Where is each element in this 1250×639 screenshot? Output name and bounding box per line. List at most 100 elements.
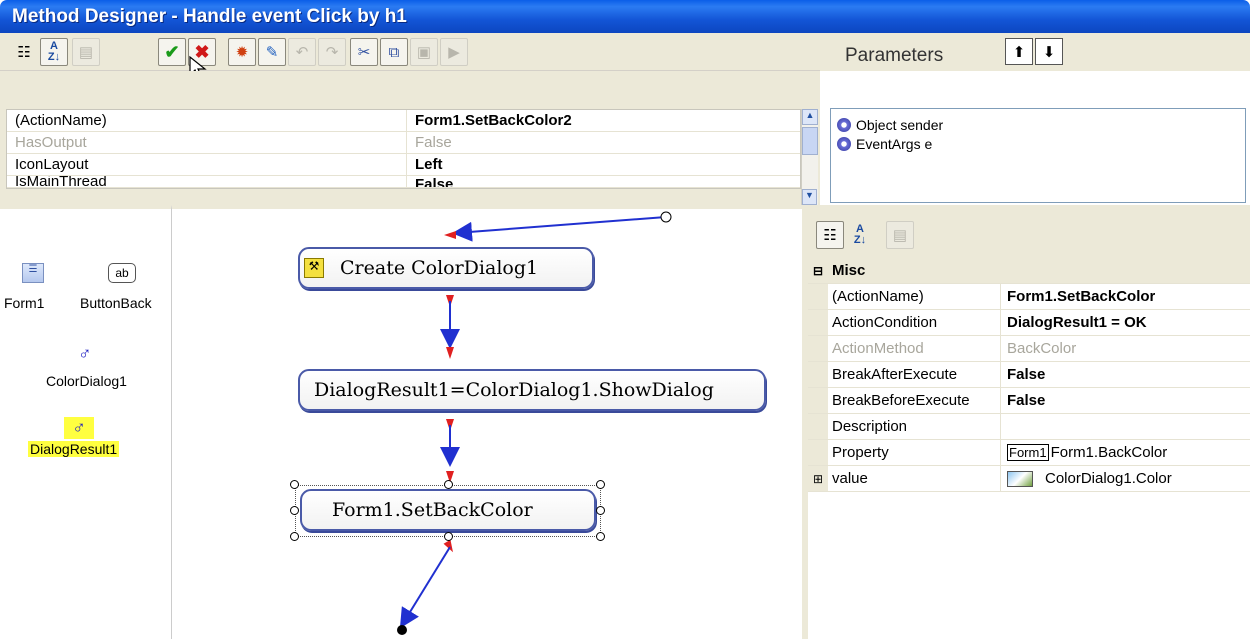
component-panel: ☰ Form1 ab ButtonBack ♂ ColorDialog1 ♂ D…	[0, 205, 172, 639]
parameters-list: Object sender EventArgs e	[830, 108, 1246, 203]
component-form1[interactable]: Form1	[4, 295, 44, 311]
alphabetical-icon[interactable]: A Z↓	[846, 221, 874, 249]
property-value[interactable]: Form1 Form1.BackColor	[1001, 444, 1167, 461]
property-pages-icon[interactable]: ▤	[886, 221, 914, 249]
resize-handle[interactable]	[596, 506, 605, 515]
parameter-label: EventArgs e	[856, 135, 933, 152]
scroll-down-icon[interactable]: ▼	[802, 189, 817, 205]
property-value[interactable]: False	[1001, 366, 1045, 383]
redo-icon[interactable]: ↷	[318, 38, 346, 66]
selection-box	[295, 485, 601, 537]
property-value[interactable]: Form1.SetBackColor	[1001, 288, 1155, 305]
copy-icon[interactable]: ⧉	[380, 38, 408, 66]
alphabetical-icon[interactable]: A Z↓	[40, 38, 68, 66]
window-title-bar[interactable]: Method Designer - Handle event Click by …	[0, 0, 1250, 33]
create-object-icon: ⚒	[304, 258, 324, 278]
parameter-item[interactable]: EventArgs e	[837, 134, 1245, 153]
undo-icon[interactable]: ↶	[288, 38, 316, 66]
property-value[interactable]: False	[407, 176, 453, 187]
move-down-icon[interactable]: ⬇	[1035, 38, 1063, 65]
property-pages-icon[interactable]: ▤	[72, 38, 100, 66]
property-name: (ActionName)	[7, 110, 407, 131]
property-value[interactable]: False	[1001, 392, 1045, 409]
property-row[interactable]: IsMainThread False	[7, 176, 800, 188]
property-row[interactable]: Description	[808, 414, 1250, 440]
method-toolbar: ☷ A Z↓ ▤ ✔ ✖ ✹ ✎ ↶ ↷ ✂ ⧉ ▣ ▶	[0, 33, 820, 80]
property-name: (ActionName)	[828, 284, 1001, 309]
end-connector[interactable]	[397, 539, 456, 635]
property-value[interactable]: DialogResult1 = OK	[1001, 314, 1147, 331]
move-up-icon[interactable]: ⬆	[1005, 38, 1033, 65]
parameters-title: Parameters	[845, 45, 944, 66]
ok-icon[interactable]: ✔	[158, 38, 186, 66]
property-row[interactable]: (ActionName) Form1.SetBackColor2	[7, 110, 800, 132]
cut-icon[interactable]: ✂	[350, 38, 378, 66]
property-value[interactable]: Form1.SetBackColor2	[407, 112, 572, 129]
parameter-label: Object sender	[856, 116, 944, 133]
flow-canvas[interactable]: ⚒ Create ColorDialog1 DialogResult1=Colo…	[172, 205, 802, 639]
collapse-icon[interactable]: ⊟	[808, 258, 828, 283]
resize-handle[interactable]	[290, 480, 299, 489]
form-icon[interactable]: ☰	[22, 263, 44, 283]
connector-1-2[interactable]	[440, 295, 460, 359]
window-title: Method Designer - Handle event Click by …	[12, 6, 407, 27]
properties-panel: ☷ A Z↓ ▤ ⊟ Misc (ActionName) Form1.SetBackC…	[808, 205, 1250, 639]
flow-node-label: DialogResult1=ColorDialog1.ShowDialog	[314, 379, 714, 401]
paste-icon[interactable]: ▣	[410, 38, 438, 66]
property-row[interactable]: ActionCondition DialogResult1 = OK	[808, 310, 1250, 336]
draw-icon[interactable]: ✎	[258, 38, 286, 66]
property-row[interactable]: IconLayout Left	[7, 154, 800, 176]
resize-handle[interactable]	[596, 532, 605, 541]
variable-icon[interactable]: ♂	[78, 343, 92, 364]
parameter-icon	[837, 136, 851, 151]
action-property-rows: (ActionName) Form1.SetBackColor2 HasOutpu…	[6, 109, 801, 189]
categorized-icon[interactable]: ☷	[10, 38, 38, 66]
property-row[interactable]: Property Form1 Form1.BackColor	[808, 440, 1250, 466]
flow-node-showdialog[interactable]: DialogResult1=ColorDialog1.ShowDialog	[298, 369, 766, 411]
resize-handle[interactable]	[444, 532, 453, 541]
parameter-item[interactable]: Object sender	[837, 115, 1245, 134]
action-property-grid: (ActionName) Form1.SetBackColor2 HasOutpu…	[0, 71, 820, 205]
color-swatch-icon	[1007, 471, 1033, 488]
resize-handle[interactable]	[444, 480, 453, 489]
new-action-icon[interactable]: ✹	[228, 38, 256, 66]
component-dialogresult1[interactable]: DialogResult1	[28, 441, 120, 457]
property-name: ActionMethod	[828, 336, 1001, 361]
expand-icon[interactable]: ⊞	[808, 466, 828, 491]
component-colordialog1[interactable]: ColorDialog1	[46, 373, 127, 389]
resize-handle[interactable]	[596, 480, 605, 489]
property-name: IsMainThread	[7, 176, 407, 187]
flow-node-create[interactable]: ⚒ Create ColorDialog1	[298, 247, 594, 289]
flow-node-label: Create ColorDialog1	[340, 257, 539, 279]
resize-handle[interactable]	[290, 506, 299, 515]
start-connector[interactable]	[444, 211, 672, 242]
property-row[interactable]: BreakAfterExecute False	[808, 362, 1250, 388]
resize-handle[interactable]	[290, 532, 299, 541]
property-grid-scrollbar[interactable]: ▲ ▼	[801, 109, 818, 205]
categorized-icon[interactable]: ☷	[816, 221, 844, 249]
connector-2-3[interactable]	[440, 419, 460, 483]
property-value[interactable]: Left	[407, 156, 443, 173]
property-row[interactable]: ActionMethod BackColor	[808, 336, 1250, 362]
property-value: BackColor	[1007, 340, 1077, 357]
property-name: ActionCondition	[828, 310, 1001, 335]
category-label: Misc	[832, 262, 866, 279]
category-row[interactable]: ⊟ Misc	[808, 258, 1250, 284]
property-row[interactable]: (ActionName) Form1.SetBackColor	[808, 284, 1250, 310]
property-row[interactable]: BreakBeforeExecute False	[808, 388, 1250, 414]
property-row[interactable]: ⊞ value ColorDialog1.Color	[808, 466, 1250, 492]
scroll-thumb[interactable]	[802, 127, 818, 155]
variable-icon-selected[interactable]: ♂	[64, 417, 94, 439]
component-button-back[interactable]: ButtonBack	[80, 295, 152, 311]
scroll-up-icon[interactable]: ▲	[802, 109, 818, 125]
properties-grid: ⊟ Misc (ActionName) Form1.SetBackColor Act…	[808, 258, 1250, 492]
parameter-icon	[837, 117, 851, 132]
property-name: value	[828, 466, 1001, 491]
properties-toolbar: ☷ A Z↓ ▤	[808, 209, 1250, 258]
property-name: IconLayout	[7, 154, 407, 175]
property-name: Description	[828, 414, 1001, 439]
property-row[interactable]: HasOutput False	[7, 132, 800, 154]
run-icon[interactable]: ▶	[440, 38, 468, 66]
button-icon[interactable]: ab	[108, 263, 136, 283]
property-value[interactable]: ColorDialog1.Color	[1001, 470, 1172, 488]
